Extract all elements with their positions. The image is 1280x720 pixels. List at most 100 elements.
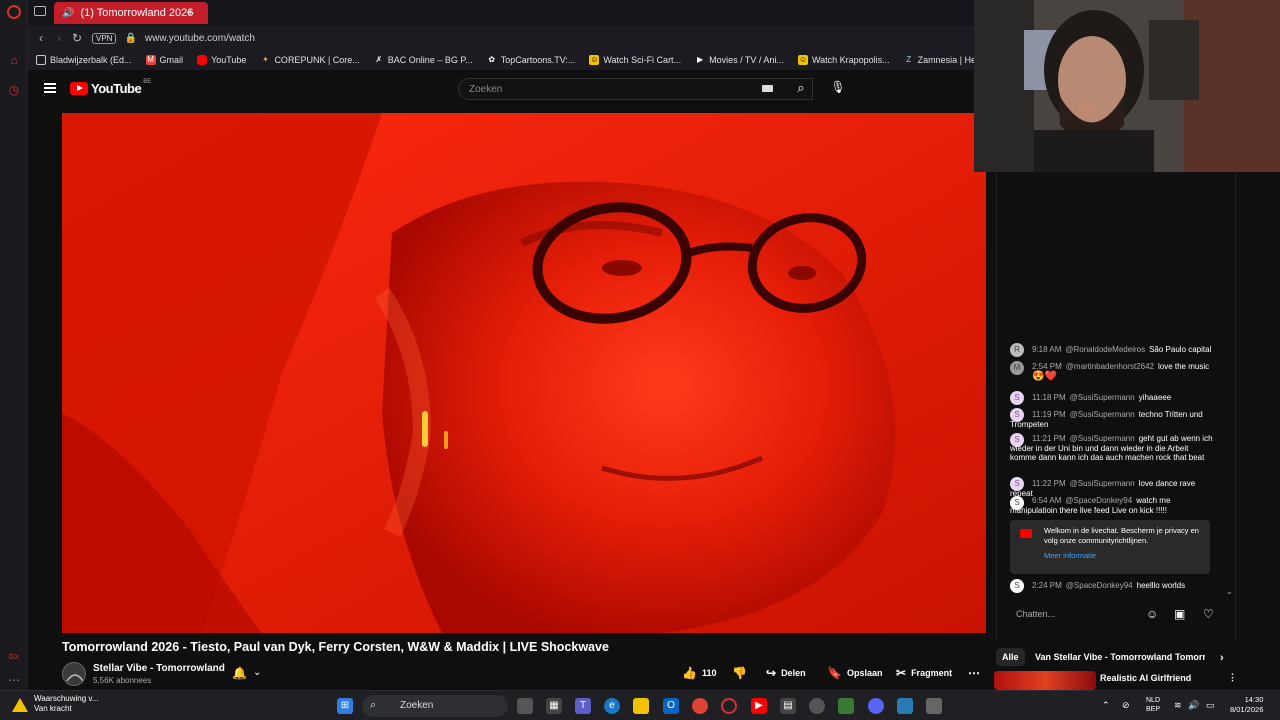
wifi-icon[interactable]: ≋ bbox=[1174, 700, 1182, 711]
youtube-logo[interactable]: YouTube BE bbox=[70, 79, 151, 96]
steam-icon[interactable] bbox=[809, 698, 825, 714]
battery-icon[interactable]: ▭ bbox=[1206, 700, 1215, 711]
bookmark-item[interactable]: ✿ TopCartoons.TV:... bbox=[487, 55, 575, 65]
chat-message: 2:24 PM @SpaceDonkey94 heelllo worlds bbox=[1010, 581, 1215, 591]
more-icon[interactable]: ⋯ bbox=[6, 672, 22, 688]
edge-icon[interactable]: e bbox=[604, 698, 620, 714]
more-actions-button[interactable]: ⋯ bbox=[968, 666, 985, 680]
photos-icon[interactable] bbox=[897, 698, 913, 714]
related-video[interactable]: Realistic AI Girlfriend ⋮ bbox=[994, 671, 1237, 690]
speaker-icon[interactable]: 🔊 bbox=[62, 8, 74, 19]
volume-icon[interactable]: 🔊 bbox=[1188, 700, 1199, 711]
bookmark-item[interactable]: ✦ COREPUNK | Core... bbox=[260, 55, 360, 65]
more-icon[interactable]: ⋮ bbox=[1228, 672, 1237, 683]
heart-icon[interactable]: ♡ bbox=[1203, 607, 1214, 621]
chevron-down-icon[interactable]: ⌄ bbox=[253, 667, 261, 678]
clock[interactable]: 14:30 8/01/2026 bbox=[1230, 695, 1263, 715]
microphone-icon[interactable]: 🎙 bbox=[830, 80, 846, 96]
chat-time: 11:19 PM bbox=[1032, 410, 1066, 419]
chrome-icon[interactable] bbox=[692, 698, 708, 714]
chat-author[interactable]: @SusiSupermann bbox=[1070, 410, 1135, 419]
widgets-icon[interactable]: ▦ bbox=[546, 698, 562, 714]
search-input[interactable]: Zoeken bbox=[458, 78, 813, 100]
outlook-icon[interactable]: O bbox=[663, 698, 679, 714]
subscriber-count: 5,56K abonnees bbox=[93, 676, 152, 685]
emoji-icon[interactable]: ☺ bbox=[1146, 607, 1158, 621]
youtube-icon[interactable]: ▶ bbox=[751, 698, 767, 714]
like-button[interactable]: 👍 110 bbox=[682, 666, 716, 680]
related-thumbnail[interactable] bbox=[994, 671, 1096, 690]
related-title[interactable]: Realistic AI Girlfriend bbox=[1100, 673, 1191, 683]
discord-icon[interactable] bbox=[868, 698, 884, 714]
app-icon[interactable] bbox=[926, 698, 942, 714]
avatar-image bbox=[63, 663, 85, 685]
keyboard-icon[interactable] bbox=[762, 85, 773, 92]
bookmark-item[interactable]: ☺ Watch Krapopolis... bbox=[797, 55, 890, 65]
task-view-icon[interactable] bbox=[517, 698, 533, 714]
active-tab[interactable]: 🔊 (1) Tomorrowland 2026 bbox=[54, 2, 208, 24]
chevron-right-icon[interactable]: › bbox=[1214, 648, 1230, 666]
bookmark-item[interactable]: ▶ Movies / TV / Ani... bbox=[695, 55, 784, 65]
chat-author[interactable]: @SpaceDonkey94 bbox=[1065, 496, 1132, 505]
chat-author[interactable]: @SusiSupermann bbox=[1070, 393, 1135, 402]
bookmark-item[interactable]: Bladwijzerbalk (Ed... bbox=[36, 55, 132, 65]
tray-chevron-icon[interactable]: ⌃ bbox=[1102, 700, 1110, 711]
corepunk-icon: ✦ bbox=[262, 55, 269, 64]
tab-title: (1) Tomorrowland 2026 bbox=[80, 7, 194, 19]
shopping-icon[interactable]: ⌂ bbox=[6, 52, 22, 68]
calculator-icon[interactable]: ▤ bbox=[780, 698, 796, 714]
chat-author[interactable]: @RonaldodeMedeiros bbox=[1065, 345, 1145, 354]
file-explorer-icon[interactable] bbox=[633, 698, 649, 714]
bookmark-item[interactable]: ✗ BAC Online – BG P... bbox=[374, 55, 472, 65]
teams-icon[interactable]: T bbox=[575, 698, 591, 714]
tab-switcher-icon[interactable] bbox=[34, 6, 46, 16]
chip-channel[interactable]: Van Stellar Vibe - Tomorrowland bbox=[1029, 648, 1178, 666]
save-button[interactable]: 🔖 Opslaan bbox=[827, 666, 882, 680]
windows-start-icon[interactable]: ⊞ bbox=[337, 698, 353, 714]
network-off-icon[interactable]: ⊘ bbox=[1122, 700, 1130, 711]
dislike-button[interactable]: 👎 bbox=[732, 666, 752, 680]
opera-sidebar: ⌂ ◷ GX ⋯ bbox=[0, 0, 28, 690]
chat-author[interactable]: @martinbadenhorst2642 bbox=[1066, 362, 1154, 371]
search-icon[interactable]: ⌕ bbox=[793, 80, 809, 96]
chat-text: heelllo worlds bbox=[1136, 581, 1186, 590]
learn-more-link[interactable]: Meer informatie bbox=[1044, 551, 1202, 561]
menu-icon[interactable] bbox=[44, 83, 56, 93]
gx-icon[interactable]: GX bbox=[6, 650, 22, 666]
super-chat-icon[interactable]: ▣ bbox=[1174, 607, 1185, 621]
opera-gx-icon[interactable] bbox=[721, 698, 737, 714]
opera-logo-icon[interactable] bbox=[7, 5, 21, 19]
clip-button[interactable]: ✂ Fragment bbox=[896, 666, 952, 680]
bookmark-item[interactable]: ☺ Watch Sci-Fi Cart... bbox=[589, 55, 681, 65]
vpn-badge[interactable]: VPN bbox=[92, 32, 117, 44]
chat-time: 2:54 PM bbox=[1032, 362, 1062, 371]
chat-author[interactable]: @SpaceDonkey94 bbox=[1066, 581, 1133, 590]
taskbar-search[interactable]: Zoeken bbox=[362, 695, 508, 717]
url-field[interactable]: www.youtube.com/watch bbox=[145, 33, 255, 44]
warning-icon[interactable] bbox=[12, 698, 28, 712]
minecraft-icon[interactable] bbox=[838, 698, 854, 714]
chat-emoji: 😍❤️ bbox=[1032, 370, 1057, 382]
bookmark-item[interactable]: M Gmail bbox=[145, 55, 183, 65]
new-tab-button[interactable]: + bbox=[186, 4, 194, 20]
channel-avatar[interactable] bbox=[62, 662, 86, 686]
lock-icon[interactable]: 🔒 bbox=[124, 33, 136, 44]
reload-icon[interactable]: ↻ bbox=[68, 31, 86, 45]
chat-author[interactable]: @SusiSupermann bbox=[1070, 434, 1135, 443]
forward-icon[interactable]: › bbox=[50, 31, 68, 45]
video-player[interactable] bbox=[62, 113, 986, 633]
chat-input[interactable]: Chatten... bbox=[1016, 609, 1055, 619]
weather-warning[interactable]: Waarschuwing v... Van kracht bbox=[34, 694, 98, 714]
share-button[interactable]: ↪ Delen bbox=[766, 666, 806, 680]
scroll-down-icon[interactable]: ⌄ bbox=[1226, 587, 1233, 596]
chat-author[interactable]: @SusiSupermann bbox=[1070, 479, 1135, 488]
language-indicator[interactable]: NLD BEP bbox=[1146, 696, 1160, 714]
back-icon[interactable]: ‹ bbox=[32, 31, 50, 45]
chip-all[interactable]: Alle bbox=[996, 648, 1025, 666]
channel-name[interactable]: Stellar Vibe - Tomorrowland bbox=[93, 663, 225, 674]
bell-icon[interactable]: 🔔 bbox=[232, 666, 247, 680]
history-icon[interactable]: ◷ bbox=[6, 82, 22, 98]
chip-tomorrowland[interactable]: Tomorr bbox=[1169, 648, 1205, 666]
bookmark-item[interactable]: YouTube bbox=[197, 55, 246, 65]
bookmark-item[interactable]: Z Zamnesia | Het Be... bbox=[904, 55, 974, 65]
